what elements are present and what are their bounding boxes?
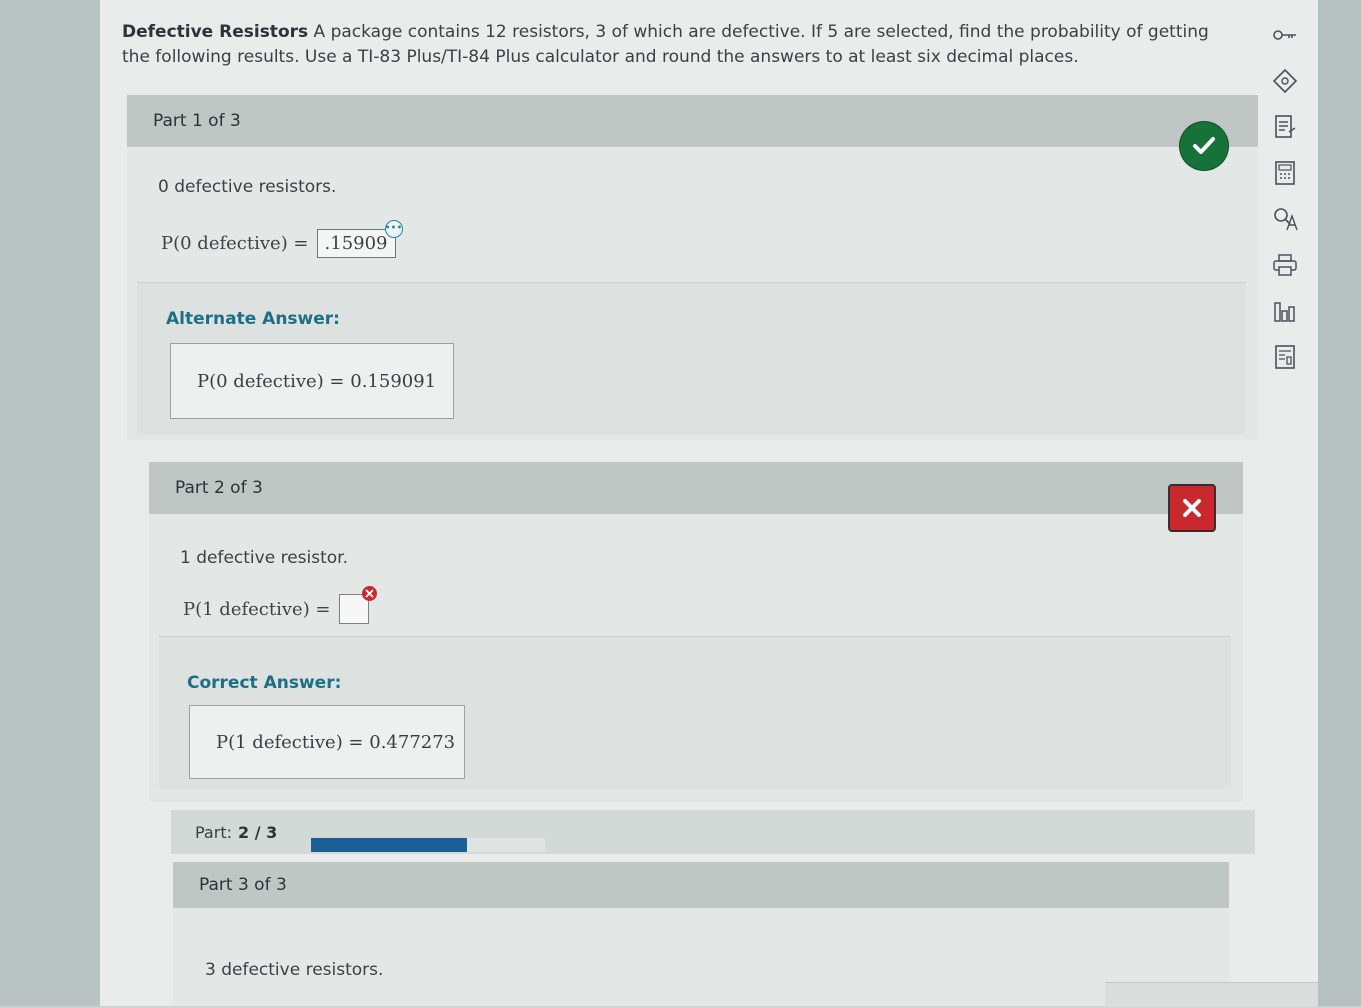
formula-sheet-icon[interactable] [1270, 342, 1300, 372]
more-options-icon[interactable]: ••• [384, 220, 403, 238]
part-2-question: 1 defective resistor. [180, 548, 348, 568]
part-1-answer-value: .15909 [324, 233, 388, 254]
part-1-eq-label: P(0 defective) = [161, 233, 309, 254]
part-1-question: 0 defective resistors. [158, 177, 337, 197]
correct-check-icon [1180, 122, 1228, 170]
tag-icon[interactable] [1270, 66, 1300, 96]
calculator-icon[interactable] [1270, 158, 1300, 188]
part-progress: Part: 2 / 3 [171, 810, 1255, 854]
left-margin [0, 0, 105, 1006]
correct-answer-value: P(1 defective) = 0.477273 [216, 731, 456, 753]
part-1-alternate-answer-area: Alternate Answer: P(0 defective) = 0.159… [137, 282, 1246, 435]
progress-fill [311, 838, 467, 852]
part-2-equation: P(1 defective) = [183, 586, 377, 624]
part-2-eq-label: P(1 defective) = [183, 598, 331, 620]
correct-answer-title: Correct Answer: [187, 673, 342, 693]
part-2-header-label: Part 2 of 3 [175, 478, 263, 498]
part-1: Part 1 of 3 0 defective resistors. P(0 d… [127, 95, 1258, 440]
tools-toolbar [1262, 20, 1308, 400]
part-2-header: Part 2 of 3 [149, 462, 1243, 514]
problem-statement: Defective Resistors A package contains 1… [122, 20, 1237, 70]
incorrect-x-icon [1168, 484, 1216, 532]
part-1-header: Part 1 of 3 [127, 95, 1258, 147]
alternate-answer-value: P(0 defective) = 0.159091 [197, 370, 437, 392]
part-2-correct-answer-area: Correct Answer: P(1 defective) = 0.47727… [159, 636, 1231, 789]
glossary-icon[interactable] [1270, 204, 1300, 234]
print-icon[interactable] [1270, 250, 1300, 280]
error-icon [361, 586, 377, 601]
alternate-answer-title: Alternate Answer: [166, 309, 340, 329]
part-3-question: 3 defective resistors. [205, 960, 384, 980]
assignment-page: Defective Resistors A package contains 1… [100, 0, 1318, 1007]
notes-icon[interactable] [1270, 112, 1300, 142]
progress-track [311, 838, 545, 852]
progress-label: Part: [195, 822, 232, 842]
problem-text-line2: the following results. Use a TI-83 Plus/… [122, 47, 1079, 67]
part-1-answer-box[interactable]: .15909 ••• [316, 220, 403, 258]
part-3-header: Part 3 of 3 [173, 862, 1229, 908]
part-3: Part 3 of 3 3 defective resistors. [173, 862, 1229, 1006]
part-1-header-label: Part 1 of 3 [153, 111, 241, 131]
part-2: Part 2 of 3 1 defective resistor. P(1 de… [149, 462, 1243, 802]
chart-icon[interactable] [1270, 296, 1300, 326]
progress-value: 2 / 3 [237, 822, 278, 842]
right-scroll-area[interactable] [1318, 0, 1361, 1006]
key-icon[interactable] [1270, 20, 1300, 50]
correct-answer-box: P(1 defective) = 0.477273 [189, 705, 465, 779]
part-1-equation: P(0 defective) = .15909 ••• [161, 220, 403, 258]
problem-text-line1: A package contains 12 resistors, 3 of wh… [313, 22, 1209, 42]
part-2-answer-box[interactable] [338, 586, 377, 624]
alternate-answer-box: P(0 defective) = 0.159091 [170, 343, 454, 419]
bottom-bar [1105, 982, 1318, 1007]
problem-title: Defective Resistors [122, 22, 309, 42]
part-3-header-label: Part 3 of 3 [199, 875, 287, 895]
